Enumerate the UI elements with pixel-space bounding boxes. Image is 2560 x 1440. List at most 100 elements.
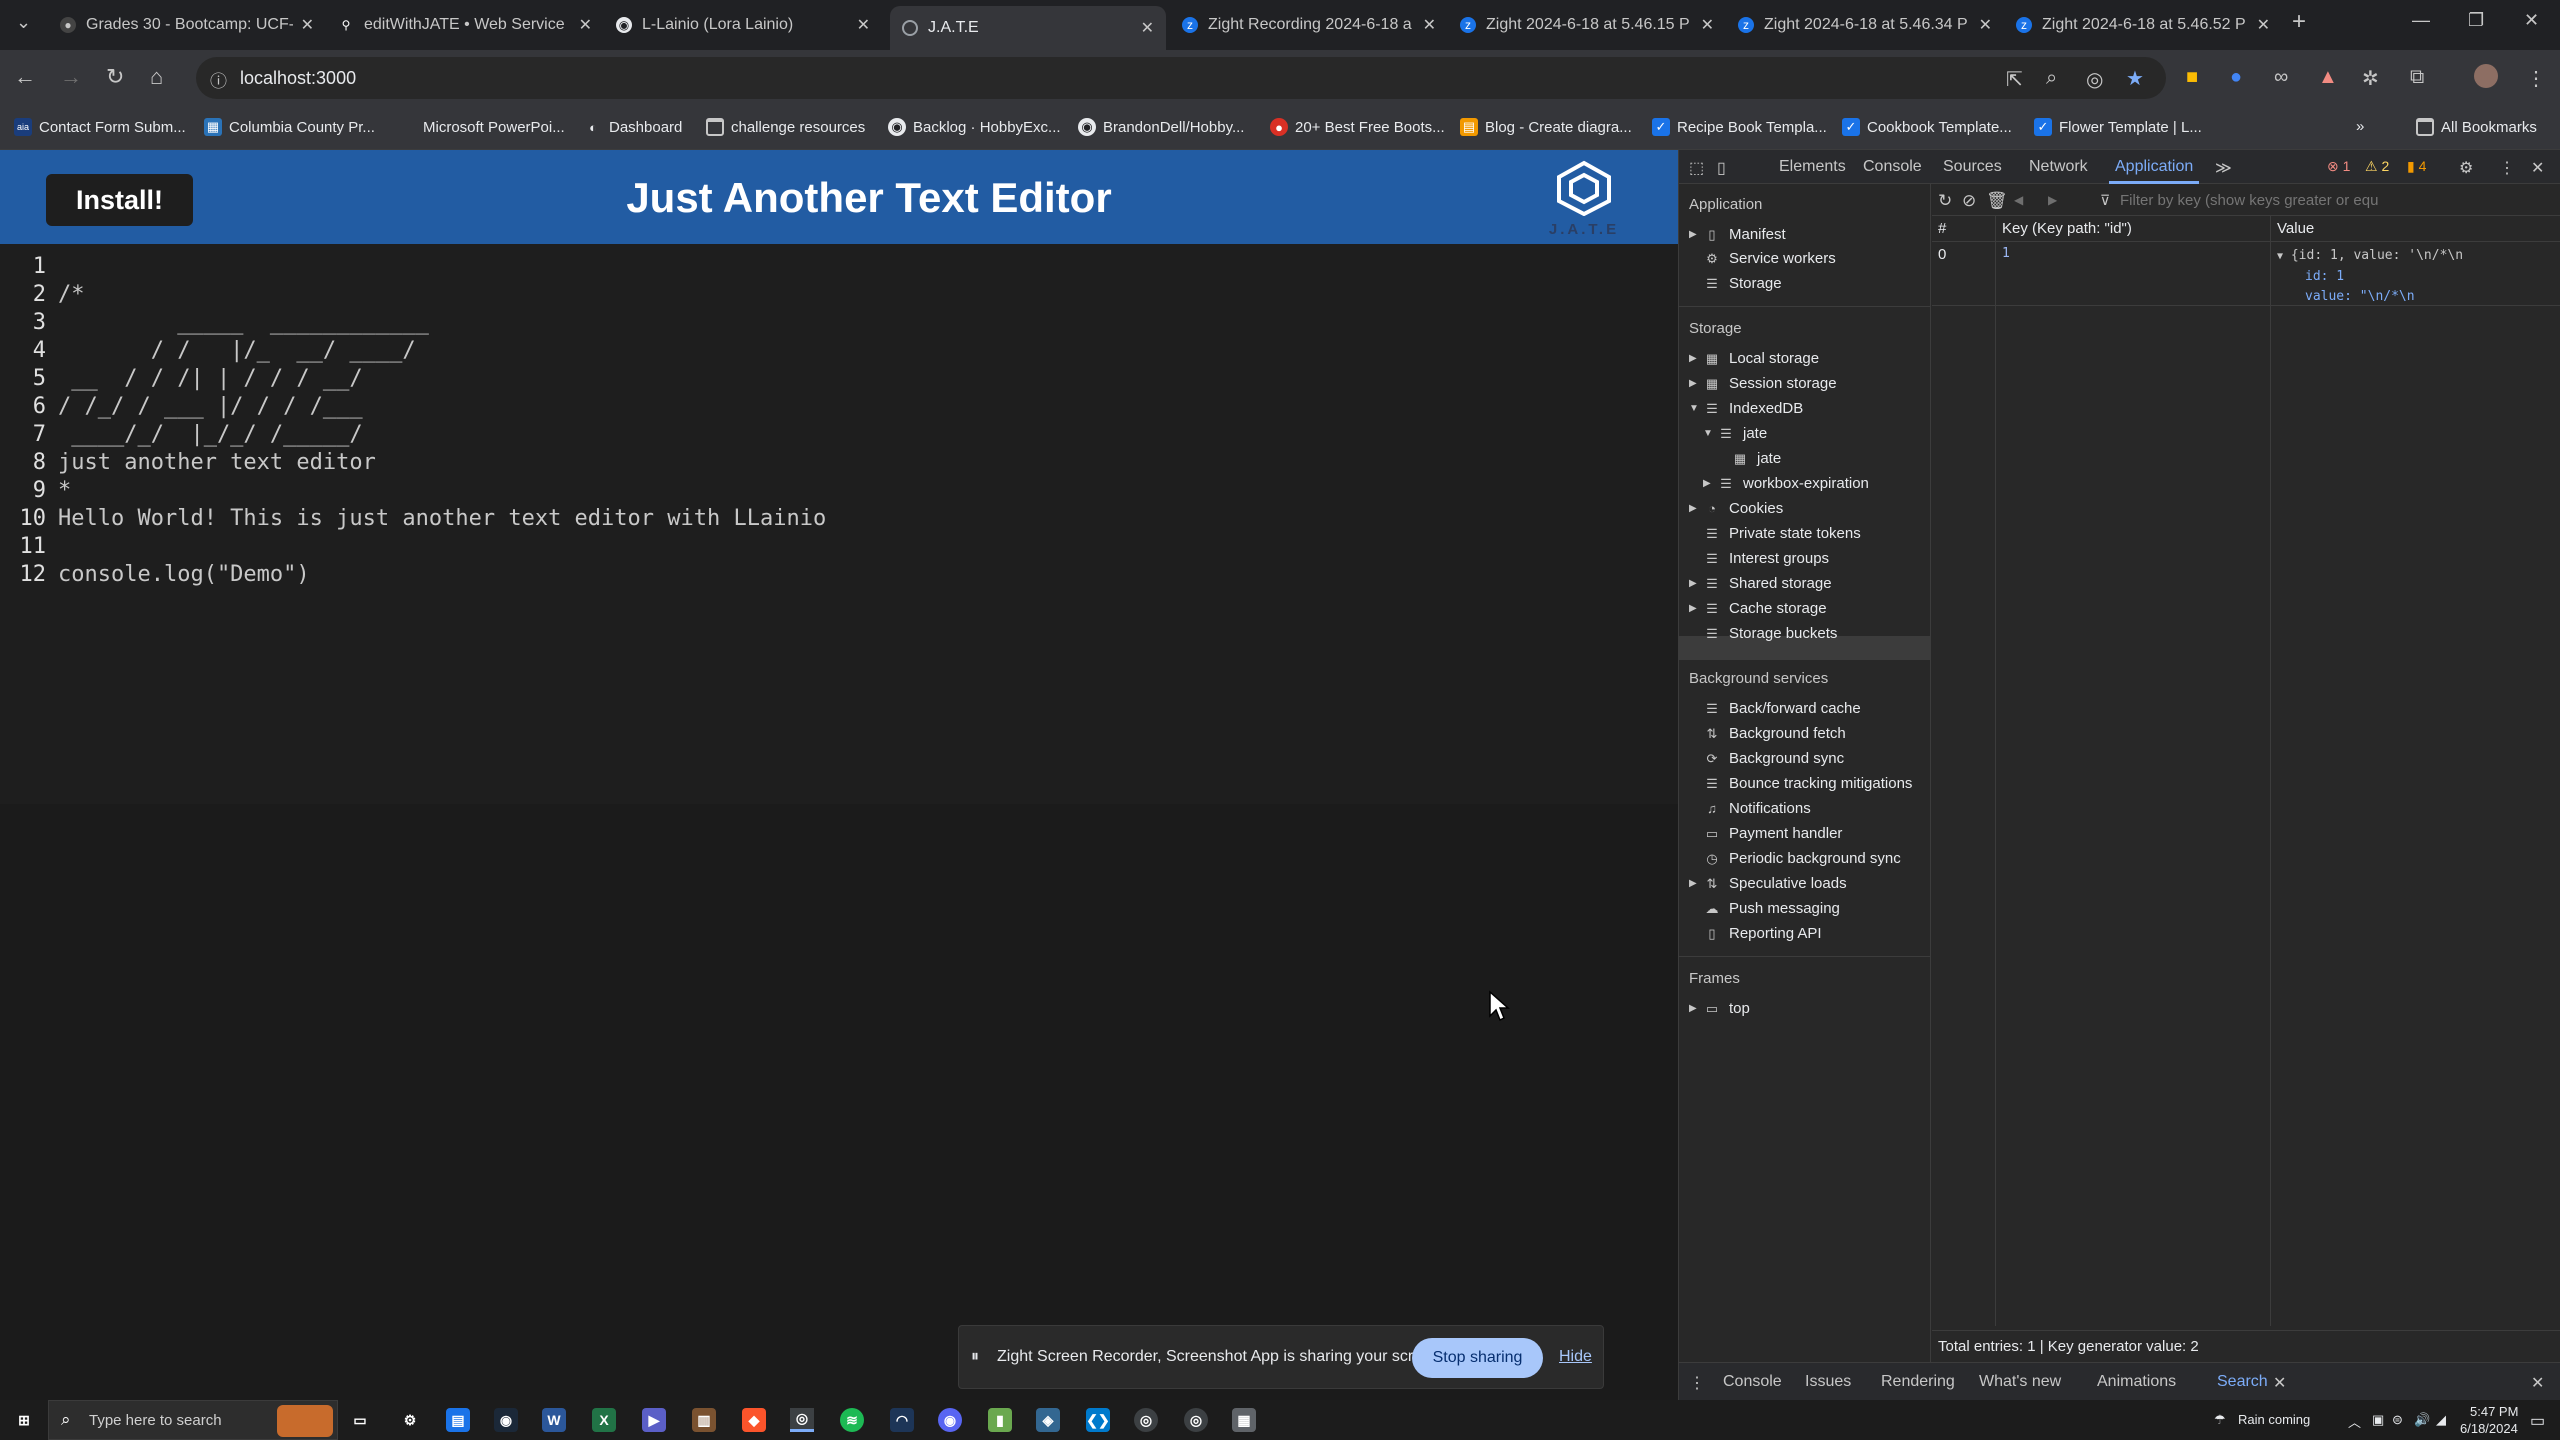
sidebar-item-frame-top[interactable]: ▶ ▭ top bbox=[1689, 1000, 1750, 1017]
column-key[interactable]: Key (Key path: "id") bbox=[1996, 216, 2271, 241]
sidebar-item-shared-storage[interactable]: ▶ ☰ Shared storage bbox=[1689, 575, 1832, 592]
profile-avatar[interactable] bbox=[2474, 64, 2498, 88]
sidebar-item-background-fetch[interactable]: ⇅ Background fetch bbox=[1703, 725, 1846, 742]
expand-arrow-icon[interactable]: ▶ bbox=[1703, 478, 1717, 489]
eye-off-icon[interactable]: ◎ bbox=[2086, 67, 2103, 92]
column-value[interactable]: Value bbox=[2271, 216, 2560, 241]
tab-search-icon[interactable]: ⌄ bbox=[16, 12, 31, 33]
expand-arrow-icon[interactable]: ▶ bbox=[1689, 578, 1703, 589]
media-app-icon[interactable]: ▶ bbox=[642, 1408, 666, 1432]
clock-time[interactable]: 5:47 PM bbox=[2470, 1404, 2518, 1419]
new-tab-icon[interactable]: + bbox=[2292, 8, 2306, 36]
share-pause-icon[interactable]: ⏸ bbox=[971, 1348, 979, 1366]
expand-arrow-icon[interactable]: ▶ bbox=[1689, 353, 1703, 364]
close-tab-icon[interactable]: ✕ bbox=[301, 15, 314, 35]
bookmark-item[interactable]: ● 20+ Best Free Boots... bbox=[1270, 118, 1445, 136]
expand-arrow-icon[interactable]: ▶ bbox=[1689, 1003, 1703, 1014]
close-drawer-tab-icon[interactable]: ✕ bbox=[2273, 1373, 2286, 1393]
code-editor[interactable]: 1 2/* 3 _____ ____________ 4 / / |/_ __/… bbox=[0, 244, 1678, 804]
drawer-tab-animations[interactable]: Animations bbox=[2097, 1373, 2176, 1391]
bookmark-item[interactable]: aia Contact Form Subm... bbox=[14, 118, 186, 136]
extension-icon[interactable]: ■ bbox=[2186, 66, 2198, 89]
weather-text[interactable]: Rain coming bbox=[2238, 1412, 2310, 1427]
expand-arrow-icon[interactable]: ▶ bbox=[1689, 229, 1703, 240]
taskbar-search[interactable]: ⌕ Type here to search bbox=[48, 1400, 338, 1440]
sidebar-item-push-messaging[interactable]: ☁ Push messaging bbox=[1703, 900, 1840, 917]
restore-icon[interactable]: ❐ bbox=[2468, 10, 2484, 31]
bookmark-item[interactable]: ▦ Columbia County Pr... bbox=[204, 118, 375, 136]
tray-chevron-icon[interactable]: ︿ bbox=[2348, 1412, 2361, 1431]
file-explorer-icon[interactable]: ▤ bbox=[446, 1408, 470, 1432]
reload-icon[interactable]: ↻ bbox=[106, 64, 124, 90]
settings-gear-icon[interactable]: ⚙ bbox=[2459, 158, 2473, 178]
sidebar-item-cache-storage[interactable]: ▶ ☰ Cache storage bbox=[1689, 600, 1827, 617]
more-bookmarks-icon[interactable]: » bbox=[2356, 118, 2364, 135]
bookmark-item[interactable]: ✓ Cookbook Template... bbox=[1842, 118, 2012, 136]
tab-application[interactable]: Application bbox=[2115, 158, 2193, 176]
clock-date[interactable]: 6/18/2024 bbox=[2460, 1421, 2518, 1436]
drawer-tab-search[interactable]: Search bbox=[2217, 1373, 2268, 1391]
warning-count[interactable]: ⚠ 2 bbox=[2365, 158, 2389, 175]
browser-tab[interactable]: z Zight 2024-6-18 at 5.46.34 P ✕ bbox=[1726, 6, 2004, 44]
bookmark-item[interactable]: Microsoft PowerPoi... bbox=[398, 118, 565, 136]
back-icon[interactable]: ← bbox=[14, 64, 36, 90]
filter-key-input[interactable] bbox=[2120, 189, 2520, 211]
sidebar-item-bfcache[interactable]: ☰ Back/forward cache bbox=[1703, 700, 1861, 717]
sidebar-item-local-storage[interactable]: ▶ ▦ Local storage bbox=[1689, 350, 1819, 367]
postgres-icon[interactable]: ◈ bbox=[1036, 1408, 1060, 1432]
device-toolbar-icon[interactable]: ▯ bbox=[1717, 158, 1726, 178]
tab-network[interactable]: Network bbox=[2029, 158, 2088, 176]
bookmark-item[interactable]: ▤ Blog - Create diagra... bbox=[1460, 118, 1632, 136]
close-tab-icon[interactable]: ✕ bbox=[1979, 15, 1992, 35]
drawer-tab-console[interactable]: Console bbox=[1723, 1373, 1782, 1391]
close-drawer-icon[interactable]: ✕ bbox=[2531, 1373, 2544, 1393]
devtools-menu-icon[interactable]: ⋮ bbox=[2499, 158, 2515, 178]
collapse-arrow-icon[interactable]: ▼ bbox=[2277, 251, 2283, 262]
sidebar-item-session-storage[interactable]: ▶ ▦ Session storage bbox=[1689, 375, 1837, 392]
chrome-icon[interactable]: ◎ bbox=[790, 1408, 814, 1432]
bookmark-item[interactable]: ✓ Recipe Book Templa... bbox=[1652, 118, 1827, 136]
app-icon[interactable]: ◠ bbox=[890, 1408, 914, 1432]
extension-fox-icon[interactable]: ▲ bbox=[2318, 66, 2338, 89]
address-bar[interactable]: ⓘ localhost:3000 ⇱ ⌕ ◎ ★ bbox=[196, 57, 2166, 99]
app-icon[interactable]: ▮ bbox=[988, 1408, 1012, 1432]
previous-page-icon[interactable]: ◀ bbox=[2014, 193, 2023, 207]
minimize-icon[interactable]: — bbox=[2412, 10, 2430, 31]
bookmark-item[interactable]: ◐ Dashboard bbox=[584, 118, 682, 136]
discord-icon[interactable]: ◉ bbox=[938, 1408, 962, 1432]
close-tab-icon[interactable]: ✕ bbox=[1423, 15, 1436, 35]
sidebar-item-manifest[interactable]: ▶ ▯ Manifest bbox=[1689, 226, 1786, 243]
site-info-icon[interactable]: ⓘ bbox=[210, 67, 227, 92]
tab-console[interactable]: Console bbox=[1863, 158, 1922, 176]
zoom-icon[interactable]: ⌕ bbox=[2046, 67, 2057, 90]
windows-start-icon[interactable]: ⊞ bbox=[12, 1408, 36, 1432]
bookmark-item[interactable]: ◉ Backlog · HobbyExc... bbox=[888, 118, 1061, 136]
close-tab-icon[interactable]: ✕ bbox=[579, 15, 592, 35]
sidebar-item-indexeddb[interactable]: ▼ ☰ IndexedDB bbox=[1689, 400, 1803, 417]
chrome-icon[interactable]: ◎ bbox=[1134, 1408, 1158, 1432]
expand-arrow-icon[interactable]: ▶ bbox=[1689, 603, 1703, 614]
browser-tab-active[interactable]: J.A.T.E ✕ bbox=[890, 6, 1166, 50]
browser-tab[interactable]: ● Grades 30 - Bootcamp: UCF- ✕ bbox=[48, 6, 326, 44]
close-tab-icon[interactable]: ✕ bbox=[2257, 15, 2270, 35]
bookmark-item[interactable]: ✓ Flower Template | L... bbox=[2034, 118, 2202, 136]
collapse-arrow-icon[interactable]: ▼ bbox=[1703, 428, 1717, 439]
more-tabs-icon[interactable]: ≫ bbox=[2215, 158, 2232, 178]
sidebar-item-interest-groups[interactable]: ☰ Interest groups bbox=[1703, 550, 1829, 567]
browser-tab[interactable]: z Zight 2024-6-18 at 5.46.15 P ✕ bbox=[1448, 6, 1726, 44]
forward-icon[interactable]: → bbox=[60, 64, 82, 90]
collapse-arrow-icon[interactable]: ▼ bbox=[1689, 403, 1703, 414]
excel-icon[interactable]: X bbox=[592, 1408, 616, 1432]
drawer-menu-icon[interactable]: ⋮ bbox=[1689, 1373, 1705, 1393]
browser-tab[interactable]: z Zight 2024-6-18 at 5.46.52 P ✕ bbox=[2004, 6, 2282, 44]
hide-link[interactable]: Hide bbox=[1559, 1348, 1592, 1366]
sidebar-item-cookies[interactable]: ▶ ◔ Cookies bbox=[1689, 500, 1783, 517]
sidebar-item-workbox-expiration[interactable]: ▶ ☰ workbox-expiration bbox=[1703, 475, 1869, 492]
sidebar-item-periodic-sync[interactable]: ◷ Periodic background sync bbox=[1703, 850, 1900, 867]
menu-kebab-icon[interactable]: ⋮ bbox=[2526, 66, 2546, 91]
spotify-icon[interactable]: ≋ bbox=[840, 1408, 864, 1432]
extension-glasses-icon[interactable]: ∞ bbox=[2274, 66, 2288, 89]
brave-icon[interactable]: ◆ bbox=[742, 1408, 766, 1432]
sidebar-item-notifications[interactable]: ♫ Notifications bbox=[1703, 800, 1811, 817]
tab-sources[interactable]: Sources bbox=[1943, 158, 2002, 176]
